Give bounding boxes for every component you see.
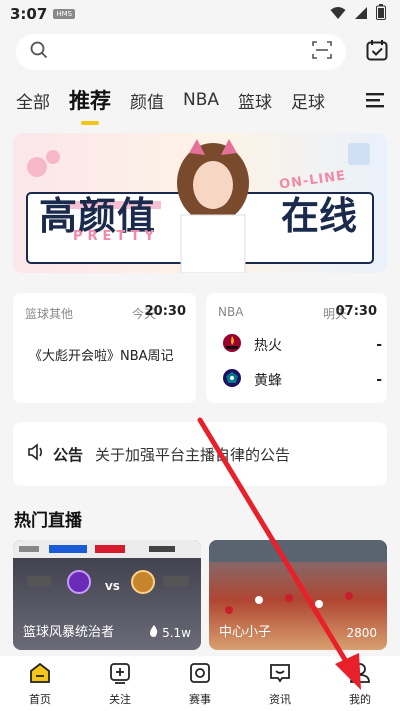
search-row (16, 34, 388, 70)
hms-badge: HMS (53, 9, 76, 19)
hot-live-title: 热门直播 (14, 511, 82, 531)
speaker-icon (27, 443, 45, 465)
nav-events[interactable]: 赛事 (160, 656, 240, 711)
viewer-count-text: 5.1w (162, 625, 191, 640)
status-bar: 3:07 HMS (0, 0, 400, 28)
match-card[interactable]: NBA 明天 07:30 热火 - 黄蜂 - (206, 293, 387, 403)
tab-basketball[interactable]: 篮球 (238, 88, 272, 113)
status-icons (330, 4, 386, 24)
nav-follow[interactable]: 关注 (80, 656, 160, 711)
team-score: - (376, 337, 382, 353)
category-tabs: 全部 推荐 颜值 NBA 篮球 足球 (0, 80, 400, 120)
team-row: 黄蜂 - (222, 368, 382, 392)
tab-beauty[interactable]: 颜值 (130, 88, 164, 113)
battery-icon (376, 4, 386, 24)
tab-recommend[interactable]: 推荐 (69, 85, 111, 115)
announcement-text: 关于加强平台主播自律的公告 (95, 445, 291, 464)
status-time: 3:07 (10, 5, 48, 23)
search-input[interactable] (16, 34, 346, 70)
menu-icon[interactable] (366, 92, 384, 112)
announcement-bar[interactable]: 公告 关于加强平台主播自律的公告 (13, 422, 387, 486)
live-streamer-name: 中心小子 (219, 625, 272, 640)
match-title: 《大彪开会啦》NBA周记 (29, 349, 174, 364)
hornets-logo-icon (222, 368, 242, 392)
match-league: 篮球其他 (25, 307, 74, 321)
nav-label: 首页 (29, 693, 51, 706)
profile-icon (349, 662, 371, 688)
live-viewer-count: 5.1w (149, 625, 191, 640)
vs-label: VS (105, 582, 120, 593)
search-icon (30, 41, 48, 63)
news-icon (269, 662, 291, 688)
live-card[interactable]: 中心小子 2800 (209, 540, 387, 650)
match-card[interactable]: 篮球其他 今天 20:30 《大彪开会啦》NBA周记 (13, 293, 196, 403)
wifi-icon (330, 5, 346, 24)
announcement-label: 公告 (53, 445, 84, 464)
nav-home[interactable]: 首页 (0, 656, 80, 711)
banner-title-right: 在线 (281, 193, 358, 238)
nav-label: 资讯 (269, 693, 291, 706)
nav-label: 关注 (109, 693, 131, 706)
live-streamer-name: 篮球风暴统治者 (23, 625, 115, 640)
tab-football[interactable]: 足球 (291, 88, 325, 113)
match-time: 07:30 (335, 304, 377, 319)
banner-pretty-text: PRETTY (73, 229, 159, 244)
team-name: 黄蜂 (254, 373, 282, 389)
flame-icon (149, 625, 159, 640)
team-row: 热火 - (222, 333, 382, 357)
home-icon (29, 662, 51, 688)
viewer-count-text: 2800 (346, 626, 377, 640)
match-time: 20:30 (144, 304, 186, 319)
nav-news[interactable]: 资讯 (240, 656, 320, 711)
live-viewer-count: 2800 (346, 626, 377, 640)
nav-profile[interactable]: 我的 (320, 656, 400, 711)
follow-icon (109, 662, 131, 688)
bottom-nav: 首页 关注 赛事 资讯 我的 (0, 656, 400, 711)
nav-label: 赛事 (189, 693, 211, 706)
live-card[interactable]: VS 篮球风暴统治者 5.1w (13, 540, 201, 650)
heat-logo-icon (222, 333, 242, 357)
tab-all[interactable]: 全部 (16, 88, 50, 113)
signal-icon (354, 5, 368, 24)
calendar-check-icon[interactable] (366, 39, 388, 65)
promo-banner[interactable]: ON-LINE 高颜值 在线 PRETTY (13, 133, 387, 273)
team-score: - (376, 372, 382, 388)
match-league: NBA (218, 305, 244, 319)
team-name: 热火 (254, 338, 282, 354)
tab-nba[interactable]: NBA (183, 90, 219, 110)
nav-label: 我的 (349, 693, 371, 706)
scan-icon[interactable] (312, 41, 332, 63)
events-icon (189, 662, 211, 688)
